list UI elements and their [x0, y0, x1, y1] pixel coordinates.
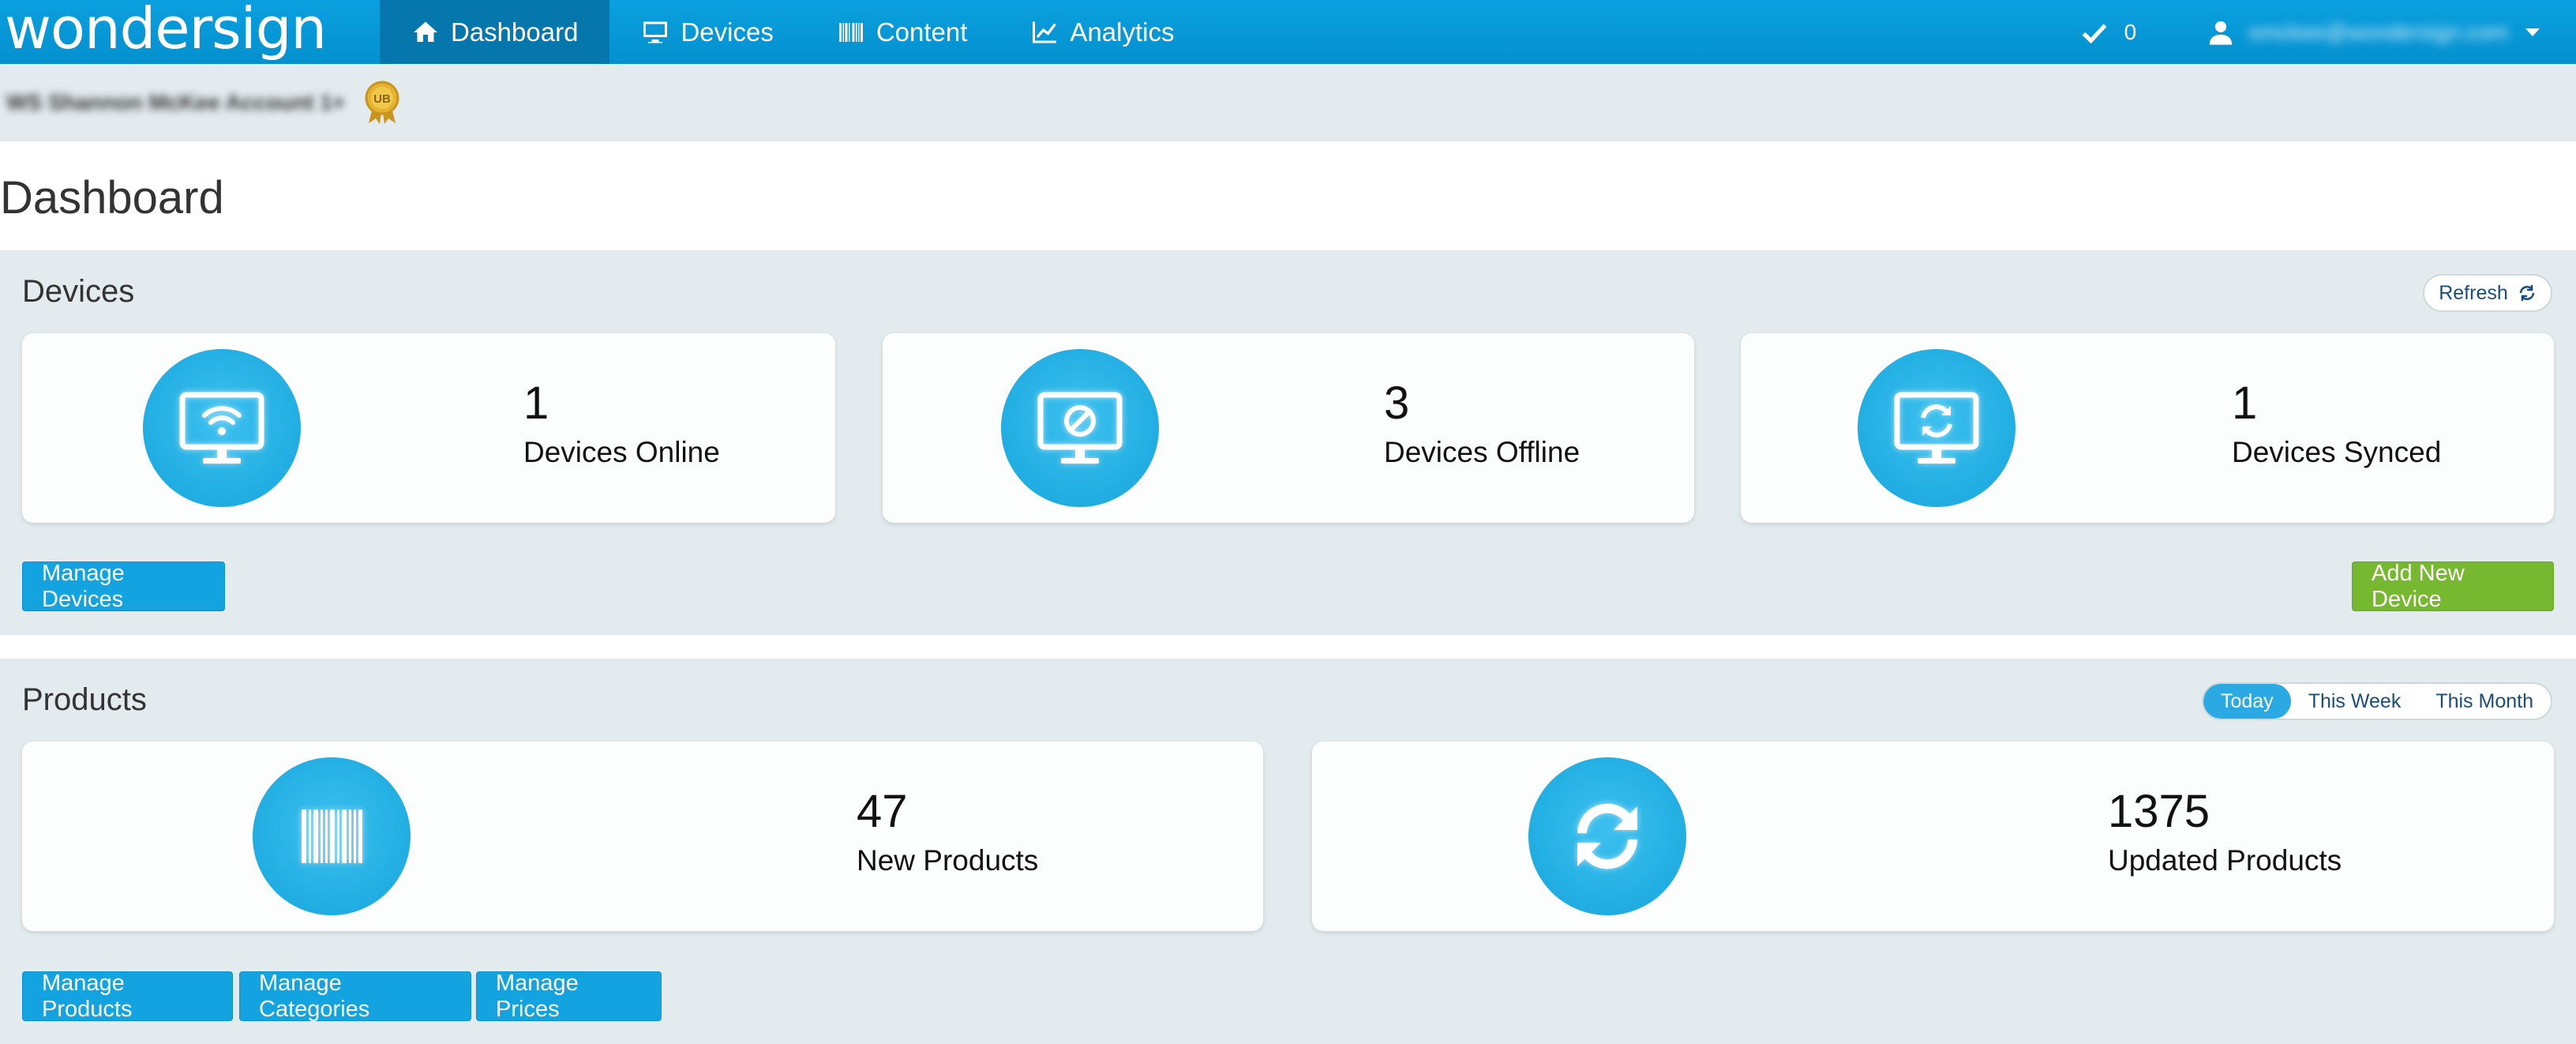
monitor-sync-icon — [1894, 392, 1979, 464]
line-chart-icon — [1033, 21, 1057, 43]
sync-icon — [1577, 803, 1637, 869]
devices-offline-circle — [1001, 349, 1159, 507]
products-panel: Products Today This Week This Month 47 N… — [0, 659, 2576, 1044]
chevron-down-icon — [2525, 28, 2540, 36]
period-selector: Today This Week This Month — [2201, 682, 2552, 720]
devices-panel: Devices Refresh 1 Devices Online 3 Devic… — [0, 250, 2576, 635]
new-products-count: 47 — [857, 786, 908, 837]
account-bar: WS Shannon McKee Account 1+ UB — [0, 64, 2576, 141]
nav-tabs: Dashboard Devices Content Analytics — [380, 0, 1206, 64]
account-name[interactable]: WS Shannon McKee Account 1+ — [6, 90, 345, 115]
devices-online-card: 1 Devices Online — [22, 333, 835, 523]
barcode-icon — [302, 809, 362, 863]
devices-synced-count: 1 — [2232, 377, 2258, 429]
period-this-month[interactable]: This Month — [2418, 684, 2551, 719]
brand-logo[interactable]: wondersign — [5, 0, 327, 62]
user-menu[interactable]: smckee@wondersign.com — [2207, 19, 2540, 46]
home-icon — [414, 21, 437, 42]
devices-online-label: Devices Online — [523, 436, 720, 468]
panel-divider — [0, 635, 2576, 659]
updated-products-card: 1375 Updated Products — [1312, 742, 2554, 931]
refresh-label: Refresh — [2439, 281, 2508, 304]
devices-online-circle — [143, 349, 301, 507]
period-today[interactable]: Today — [2203, 684, 2291, 719]
devices-panel-title: Devices — [22, 274, 135, 309]
nav-tab-content[interactable]: Content — [805, 0, 999, 64]
check-icon — [2082, 23, 2107, 43]
products-panel-title: Products — [22, 682, 147, 717]
devices-offline-label: Devices Offline — [1384, 436, 1580, 468]
nav-tab-dashboard[interactable]: Dashboard — [380, 0, 610, 64]
notifications-button[interactable]: 0 — [2080, 18, 2137, 47]
updated-products-label: Updated Products — [2108, 844, 2342, 877]
nav-tab-label: Dashboard — [451, 17, 579, 47]
badge-text: UB — [373, 92, 391, 106]
monitor-wifi-icon — [179, 392, 264, 464]
award-badge-icon: UB — [365, 81, 399, 124]
manage-categories-button[interactable]: Manage Categories — [239, 971, 471, 1022]
refresh-button[interactable]: Refresh — [2423, 274, 2552, 312]
user-email: smckee@wondersign.com — [2248, 19, 2508, 44]
monitor-icon — [643, 21, 668, 43]
page-title: Dashboard — [0, 172, 224, 223]
nav-tab-analytics[interactable]: Analytics — [999, 0, 1206, 64]
nav-tab-label: Analytics — [1070, 17, 1175, 47]
updated-products-count: 1375 — [2108, 786, 2210, 837]
new-products-circle — [253, 757, 411, 915]
devices-offline-card: 3 Devices Offline — [883, 333, 1694, 523]
monitor-blocked-icon — [1037, 392, 1123, 464]
devices-synced-label: Devices Synced — [2232, 436, 2442, 468]
nav-tab-devices[interactable]: Devices — [609, 0, 804, 64]
period-this-week[interactable]: This Week — [2291, 684, 2419, 719]
top-navbar: wondersign Dashboard Devices Content Ana… — [0, 0, 2576, 64]
nav-tab-label: Devices — [681, 17, 774, 47]
devices-online-count: 1 — [523, 377, 549, 429]
new-products-label: New Products — [857, 844, 1039, 877]
updated-products-circle — [1528, 757, 1686, 915]
manage-products-button[interactable]: Manage Products — [22, 971, 233, 1022]
devices-synced-circle — [1858, 349, 2015, 507]
nav-right: 0 smckee@wondersign.com — [2080, 0, 2576, 64]
title-bar: Dashboard — [0, 141, 2576, 250]
new-products-card: 47 New Products — [22, 742, 1263, 931]
barcode-icon — [838, 22, 863, 42]
manage-prices-button[interactable]: Manage Prices — [476, 971, 662, 1022]
refresh-icon — [2519, 285, 2535, 301]
manage-devices-button[interactable]: Manage Devices — [22, 561, 225, 612]
user-icon — [2210, 21, 2233, 45]
devices-offline-count: 3 — [1384, 377, 1410, 429]
devices-synced-card: 1 Devices Synced — [1741, 333, 2554, 523]
add-new-device-button[interactable]: Add New Device — [2352, 561, 2554, 612]
nav-tab-label: Content — [876, 17, 968, 47]
notifications-count: 0 — [2124, 19, 2137, 44]
